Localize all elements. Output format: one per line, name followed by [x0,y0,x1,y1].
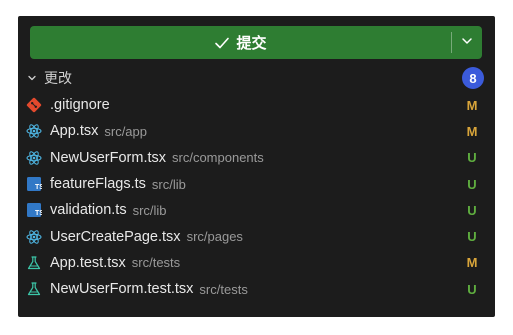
changes-title: 更改 [44,70,72,86]
file-status-badge: U [467,176,477,192]
changes-section-header[interactable]: 更改 8 [24,66,484,90]
file-row[interactable]: NewUserForm.test.tsx src/tests U [18,276,495,302]
file-name: NewUserForm.test.tsx [50,281,194,298]
file-name: .gitignore [50,97,110,114]
file-name: App.test.tsx [50,254,126,271]
file-directory: src/tests [131,255,181,271]
flask-icon [26,281,42,297]
file-directory: src/lib [132,202,167,218]
chevron-down-icon[interactable] [24,73,40,83]
file-row[interactable]: TS validation.ts src/lib U [18,197,495,223]
file-directory: src/lib [151,176,186,192]
svg-text:TS: TS [35,184,42,191]
file-name: validation.ts [50,202,127,219]
file-row[interactable]: App.test.tsx src/tests M [18,250,495,276]
file-row[interactable]: App.tsx src/app M [18,118,495,144]
file-status-badge: M [466,255,478,271]
file-directory: src/tests [199,281,248,297]
chevron-down-icon [461,34,473,52]
typescript-icon: TS [26,202,42,218]
svg-text:TS: TS [35,210,42,217]
react-icon [26,150,42,166]
file-status-badge: U [467,202,477,218]
file-row[interactable]: UserCreatePage.tsx src/pages U [18,223,495,249]
file-status-badge: M [466,97,478,113]
file-row[interactable]: NewUserForm.tsx src/components U [18,145,495,171]
flask-icon [26,255,42,271]
file-directory: src/components [172,150,264,166]
typescript-icon: TS [26,176,42,192]
file-row[interactable]: TS featureFlags.ts src/lib U [18,171,495,197]
react-icon [26,123,42,139]
file-name: featureFlags.ts [50,176,146,193]
commit-button-group: 提交 [30,26,482,59]
file-directory: src/app [104,123,147,139]
commit-button-label: 提交 [236,35,267,52]
git-icon [26,97,42,113]
changes-count-badge: 8 [462,67,484,89]
file-status-badge: U [467,281,477,297]
file-name: NewUserForm.tsx [50,149,167,166]
file-row[interactable]: .gitignore M [18,92,495,118]
check-icon [214,35,230,51]
file-name: App.tsx [50,123,99,140]
commit-button[interactable]: 提交 [30,26,451,59]
file-status-badge: U [467,150,477,166]
file-status-badge: M [466,123,478,139]
file-directory: src/pages [186,229,243,245]
commit-dropdown-button[interactable] [452,26,482,59]
react-icon [26,229,42,245]
source-control-panel: 提交 更改 8 .gitignore M App.tsx src/app M NewUse… [18,16,495,317]
file-name: UserCreatePage.tsx [50,228,181,245]
changed-files-list: .gitignore M App.tsx src/app M NewUserForm.ts… [18,92,495,302]
file-status-badge: U [467,229,477,245]
